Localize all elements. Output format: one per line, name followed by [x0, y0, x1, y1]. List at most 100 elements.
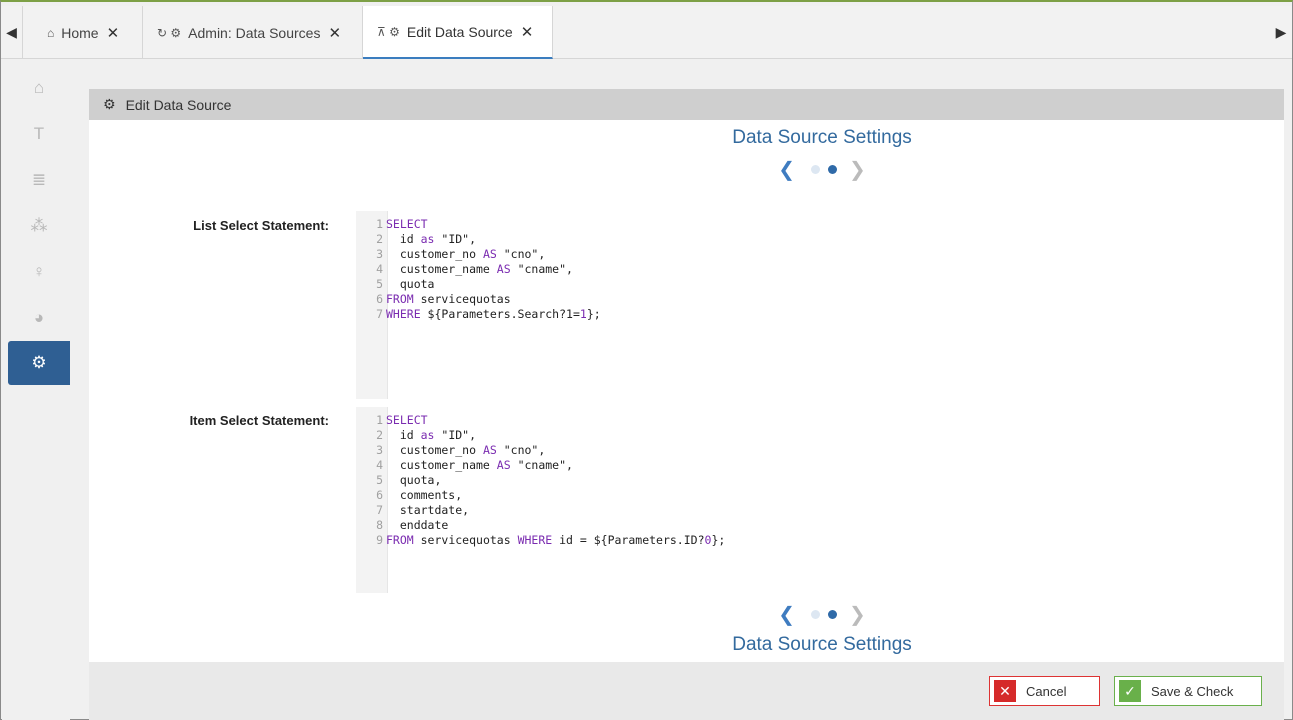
tab-edit-data-source[interactable]: ⊼ ⚙ Edit Data Source ✕	[363, 6, 553, 59]
chevron-left-icon[interactable]: ❮	[778, 602, 795, 627]
check-icon: ✓	[1119, 680, 1141, 702]
sidebar-item-users[interactable]: ⁂	[8, 204, 70, 248]
chevron-right-icon[interactable]: ❯	[849, 602, 866, 627]
line-number: 5	[376, 277, 383, 291]
code-keyword: AS	[496, 262, 511, 276]
sidebar-item-reports[interactable]: ◕	[8, 296, 70, 340]
line-number: 6	[376, 488, 383, 502]
tab-home[interactable]: ⌂ Home ✕	[33, 6, 143, 59]
users-icon: ⁂	[30, 216, 48, 235]
pager-dot-active[interactable]	[828, 164, 837, 174]
code-line: 3 customer_no AS "cno",	[356, 247, 545, 262]
list-select-editor[interactable]: 1 SELECT 2 id as "ID", 3 customer_no AS "cn…	[356, 211, 1096, 399]
list-select-label: List Select Statement:	[193, 218, 329, 233]
text-icon: T	[33, 124, 45, 143]
code-line: 4 customer_name AS "cname",	[356, 458, 573, 473]
code-keyword: WHERE	[517, 533, 553, 547]
line-number: 9	[376, 533, 383, 547]
pager-bottom: ❮ ❯	[89, 604, 1293, 626]
code-text: "ID",	[434, 428, 477, 442]
code-text: customer_name	[386, 458, 497, 472]
line-number: 2	[376, 232, 383, 246]
line-number: 4	[376, 262, 383, 276]
home-icon: ⌂	[47, 25, 55, 40]
code-keyword: AS	[496, 458, 511, 472]
code-line: 6 comments,	[356, 488, 462, 503]
refresh-admin-icon: ↻ ⚙	[157, 25, 182, 40]
code-keyword: FROM	[386, 292, 414, 306]
code-keyword: SELECT	[386, 217, 428, 231]
sidebar: ⌂ T ≣ ⁂ ♀ ◕ ⚙	[2, 60, 70, 720]
close-icon[interactable]: ✕	[107, 24, 120, 42]
code-keyword: 1	[579, 307, 587, 321]
tab-admin-data-sources[interactable]: ↻ ⚙ Admin: Data Sources ✕	[143, 6, 363, 59]
line-number: 8	[376, 518, 383, 532]
code-line: 8 enddate	[356, 518, 448, 533]
line-number: 7	[376, 307, 383, 321]
sidebar-item-home[interactable]: ⌂	[8, 66, 70, 110]
code-text: "cname",	[510, 262, 573, 276]
code-text: };	[711, 533, 726, 547]
tab-scroll-right-button[interactable]: ▶	[1270, 6, 1292, 59]
line-number: 1	[376, 217, 383, 231]
line-number: 4	[376, 458, 383, 472]
item-select-editor[interactable]: 1 SELECT 2 id as "ID", 3 customer_no AS "cn…	[356, 407, 1096, 593]
code-line: 6 FROM servicequotas	[356, 292, 511, 307]
section-title-bottom: Data Source Settings	[732, 634, 912, 655]
pager-dot[interactable]	[811, 609, 820, 619]
code-line: 4 customer_name AS "cname",	[356, 262, 573, 277]
tab-scroll-left-button[interactable]: ◀	[1, 6, 23, 59]
code-text: id	[386, 232, 421, 246]
close-icon[interactable]: ✕	[328, 24, 341, 42]
sidebar-item-ideas[interactable]: ♀	[8, 250, 70, 294]
database-icon: ≣	[31, 170, 47, 189]
tab-bar: ◀ ⌂ Home ✕ ↻ ⚙ Admin: Data Sources ✕ ⊼ ⚙…	[1, 6, 1292, 59]
line-number: 1	[376, 413, 383, 427]
code-keyword: as	[420, 428, 435, 442]
code-keyword: FROM	[386, 533, 414, 547]
sidebar-item-database[interactable]: ≣	[8, 158, 70, 202]
code-text: };	[586, 307, 601, 321]
code-line: 3 customer_no AS "cno",	[356, 443, 545, 458]
code-text: "cno",	[496, 247, 546, 261]
code-text: customer_name	[386, 262, 497, 276]
code-text: ${Parameters.Search?1=	[420, 307, 580, 321]
save-check-button[interactable]: ✓ Save & Check	[1114, 676, 1262, 706]
chevron-right-icon[interactable]: ❯	[849, 157, 866, 182]
line-number: 3	[376, 247, 383, 261]
panel-title: Edit Data Source	[125, 96, 232, 113]
item-select-label: Item Select Statement:	[189, 413, 329, 428]
section-title-top: Data Source Settings	[732, 127, 912, 148]
edit-data-source-panel: ⚙ Edit Data Source Data Source Settings …	[89, 89, 1284, 720]
code-keyword: AS	[482, 443, 497, 457]
code-text: enddate	[386, 518, 449, 532]
code-line: 1 SELECT	[356, 217, 428, 232]
admin-users-gear-icon: ⚙	[31, 353, 47, 372]
close-icon[interactable]: ✕	[521, 23, 534, 41]
chevron-left-icon[interactable]: ❮	[778, 157, 795, 182]
code-text: id = ${Parameters.ID?	[552, 533, 705, 547]
tab-label: Edit Data Source	[406, 23, 513, 40]
cancel-button-label: Cancel	[1026, 683, 1067, 699]
code-line: 7 startdate,	[356, 503, 469, 518]
code-keyword: AS	[482, 247, 497, 261]
code-line: 1 SELECT	[356, 413, 427, 428]
code-text: quota	[386, 277, 435, 291]
code-text: servicequotas	[413, 533, 518, 547]
sidebar-item-admin[interactable]: ⚙	[8, 341, 70, 385]
code-text: quota,	[386, 473, 442, 487]
code-text: servicequotas	[413, 292, 511, 306]
pin-gear-icon: ⊼ ⚙	[377, 24, 400, 39]
sidebar-item-text[interactable]: T	[8, 112, 70, 156]
code-text: customer_no	[386, 443, 483, 457]
gear-icon: ⚙	[103, 96, 116, 112]
pager-dot-active[interactable]	[828, 609, 837, 619]
code-text: customer_no	[386, 247, 483, 261]
save-check-button-label: Save & Check	[1151, 683, 1234, 699]
cancel-button[interactable]: ✕ Cancel	[989, 676, 1100, 706]
close-icon: ✕	[994, 680, 1016, 702]
home-icon: ⌂	[33, 78, 45, 97]
tab-label: Admin: Data Sources	[188, 24, 321, 41]
code-text: startdate,	[386, 503, 470, 517]
pager-dot[interactable]	[811, 164, 820, 174]
